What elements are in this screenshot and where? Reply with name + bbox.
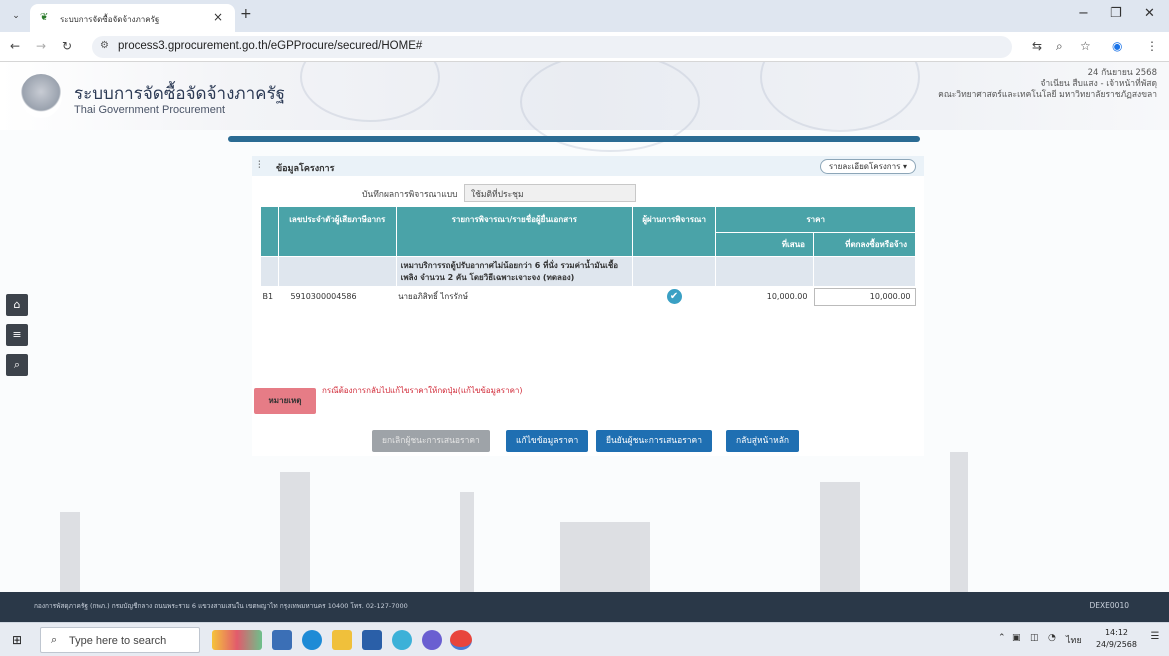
record-mode-label: บันทึกผลการพิจารณาแบบ (362, 190, 458, 200)
taskbar-search[interactable]: ⌕ Type here to search (40, 627, 200, 653)
app-icon[interactable] (392, 630, 412, 650)
clock-date: 24/9/2568 (1095, 640, 1137, 649)
project-panel: ⫶ ข้อมูลโครงการ รายละเอียดโครงการ ▾ บันท… (252, 156, 924, 456)
url-text[interactable]: process3.gprocurement.go.th/eGPProcure/s… (118, 40, 422, 52)
bookmark-star-icon[interactable]: ☆ (1080, 39, 1091, 53)
temple-silhouette (950, 452, 968, 592)
confirm-winner-button[interactable]: ยืนยันผู้ชนะการเสนอราคา (596, 430, 712, 452)
side-toolbar: ⌂ ≡ ⌕ (6, 294, 28, 384)
browser-menu-icon[interactable]: ⋮ (1146, 39, 1158, 53)
section-divider (228, 136, 920, 142)
user-org: คณะวิทยาศาสตร์และเทคโนโลยี มหาวิทยาลัยรา… (938, 90, 1157, 100)
cancel-winner-button[interactable]: ยกเลิกผู้ชนะการเสนอราคา (372, 430, 490, 452)
garuda-logo (20, 74, 62, 118)
browser-tab[interactable]: ❦ ระบบการจัดซื้อจัดจ้างภาครัฐ × (30, 4, 235, 32)
project-detail-button[interactable]: รายละเอียดโครงการ ▾ (819, 159, 916, 174)
reload-icon[interactable]: ↻ (62, 39, 72, 53)
app-icon[interactable] (422, 630, 442, 650)
sliders-icon: ⫶ (258, 160, 261, 171)
edit-price-button[interactable]: แก้ไขข้อมูลราคา (506, 430, 589, 452)
row-passed-cell: ✔ (632, 286, 716, 307)
bid-table: เลขประจำตัวผู้เสียภาษีอากร รายการพิจารณา… (260, 206, 917, 307)
back-home-button[interactable]: กลับสู่หน้าหลัก (726, 430, 800, 452)
search-icon[interactable]: ⌕ (6, 354, 28, 376)
panel-header: ⫶ ข้อมูลโครงการ รายละเอียดโครงการ ▾ (252, 156, 924, 176)
close-window-button[interactable]: ✕ (1144, 6, 1155, 21)
table-header-item: รายการพิจารณา/รายชื่อผู้ยื่นเอกสาร (395, 206, 633, 257)
row-name: นายอภิสิทธิ์ ไกรรักษ์ (396, 286, 633, 307)
os-taskbar: ⊞ ⌕ Type here to search ⌃ ▣ ◫ ◔ ไทย 14:1… (0, 622, 1169, 656)
record-mode-field: ใช้มติที่ประชุม (464, 184, 636, 202)
file-explorer-icon[interactable] (332, 630, 352, 650)
panel-title: ข้อมูลโครงการ (276, 164, 335, 174)
temple-silhouette (560, 522, 650, 592)
passed-check-icon: ✔ (666, 289, 682, 305)
table-row: B1 5910300004586 นายอภิสิทธิ์ ไกรรักษ์ ✔… (260, 286, 916, 307)
site-favicon-icon: ❦ (40, 12, 49, 23)
tab-close-icon[interactable]: × (213, 10, 223, 24)
profile-icon[interactable]: ◉ (1112, 39, 1122, 53)
edge-app-icon[interactable] (302, 630, 322, 650)
temple-silhouette (460, 492, 474, 592)
notification-icon[interactable]: ☰ (1147, 631, 1163, 647)
browser-tab-bar: ⌄ ❦ ระบบการจัดซื้อจัดจ้างภาครัฐ × + − ❐ … (0, 0, 1169, 32)
temple-silhouette (60, 512, 80, 592)
agreed-price-input[interactable]: 10,000.00 (813, 287, 916, 306)
row-tax-id: 5910300004586 (278, 286, 397, 307)
tab-search-icon[interactable]: ⌄ (8, 8, 24, 24)
tray-network-icon[interactable]: ▣ (1012, 633, 1021, 643)
user-name: จำเนียน สืบแสง - เจ้าหน้าที่พัสดุ (1040, 79, 1157, 89)
temple-silhouette (280, 472, 310, 592)
row-code: B1 (260, 286, 279, 307)
windows-start-icon[interactable]: ⊞ (12, 633, 26, 647)
table-header-passed: ผู้ผ่านการพิจารณา (631, 206, 717, 257)
note-badge: หมายเหตุ (254, 388, 316, 414)
group-row: เหมาบริการรถตู้ปรับอากาศไม่น้อยกว่า 6 ที… (260, 256, 917, 287)
page-code: DEXE0010 (1089, 601, 1129, 610)
home-icon[interactable]: ⌂ (6, 294, 28, 316)
tray-speaker-icon[interactable]: ◫ (1030, 633, 1039, 643)
user-info: 24 กันยายน 2568 จำเนียน สืบแสง - เจ้าหน้… (938, 68, 1157, 101)
back-icon[interactable]: ← (10, 39, 20, 53)
table-header-offered: ที่เสนอ (715, 232, 814, 257)
footer-address: กองการพัสดุภาครัฐ (กพภ.) กรมบัญชีกลาง ถน… (34, 602, 408, 610)
taskbar-search-placeholder: Type here to search (69, 635, 167, 647)
url-field[interactable]: ⚙ process3.gprocurement.go.th/eGPProcure… (92, 36, 1012, 58)
clock-time: 14:12 (1104, 628, 1129, 637)
forward-icon[interactable]: → (36, 39, 46, 53)
site-subtitle: Thai Government Procurement (74, 104, 226, 116)
word-app-icon[interactable] (362, 630, 382, 650)
site-banner: ระบบการจัดซื้อจัดจ้างภาครัฐ Thai Governm… (0, 62, 1169, 152)
current-date: 24 กันยายน 2568 (1087, 68, 1157, 78)
table-header-tax-id: เลขประจำตัวผู้เสียภาษีอากร (277, 206, 397, 257)
zoom-icon[interactable]: ⌕ (1056, 39, 1063, 54)
site-footer: กองการพัสดุภาครัฐ (กพภ.) กรมบัญชีกลาง ถน… (0, 592, 1169, 622)
note-text: กรณีต้องการกลับไปแก้ไขราคาให้กดปุ่ม(แก้ไ… (322, 386, 523, 395)
site-info-icon[interactable]: ⚙ (100, 40, 109, 51)
group-item-text: เหมาบริการรถตู้ปรับอากาศไม่น้อยกว่า 6 ที… (395, 256, 633, 287)
menu-icon[interactable]: ≡ (6, 324, 28, 346)
address-bar: ← → ↻ ⚙ process3.gprocurement.go.th/eGPP… (0, 32, 1169, 62)
tab-title: ระบบการจัดซื้อจัดจ้างภาครัฐ (60, 15, 160, 24)
translate-icon[interactable]: ⇆ (1032, 39, 1042, 53)
language-indicator[interactable]: ไทย (1066, 633, 1082, 647)
row-offered: 10,000.00 (715, 286, 814, 307)
site-title: ระบบการจัดซื้อจัดจ้างภาครัฐ (74, 84, 286, 104)
table-header-price: ราคา (715, 206, 916, 233)
table-header-agreed: ที่ตกลงซื้อหรือจ้าง (812, 232, 917, 257)
temple-silhouette (820, 482, 860, 592)
row-agreed-cell: 10,000.00 (813, 286, 916, 307)
settings-app-icon[interactable] (272, 630, 292, 650)
weather-widget-icon[interactable] (212, 630, 262, 650)
tray-volume-icon[interactable]: ◔ (1048, 633, 1056, 643)
restore-button[interactable]: ❐ (1110, 6, 1122, 21)
page-content: ระบบการจัดซื้อจัดจ้างภาครัฐ Thai Governm… (0, 62, 1169, 622)
table-header-code (260, 206, 279, 257)
tray-chevron-icon[interactable]: ⌃ (998, 633, 1006, 643)
new-tab-button[interactable]: + (240, 6, 252, 22)
taskbar-clock[interactable]: 14:12 24/9/2568 (1096, 627, 1137, 651)
search-icon: ⌕ (51, 633, 58, 646)
minimize-button[interactable]: − (1078, 6, 1089, 21)
chrome-app-icon[interactable] (450, 630, 472, 650)
